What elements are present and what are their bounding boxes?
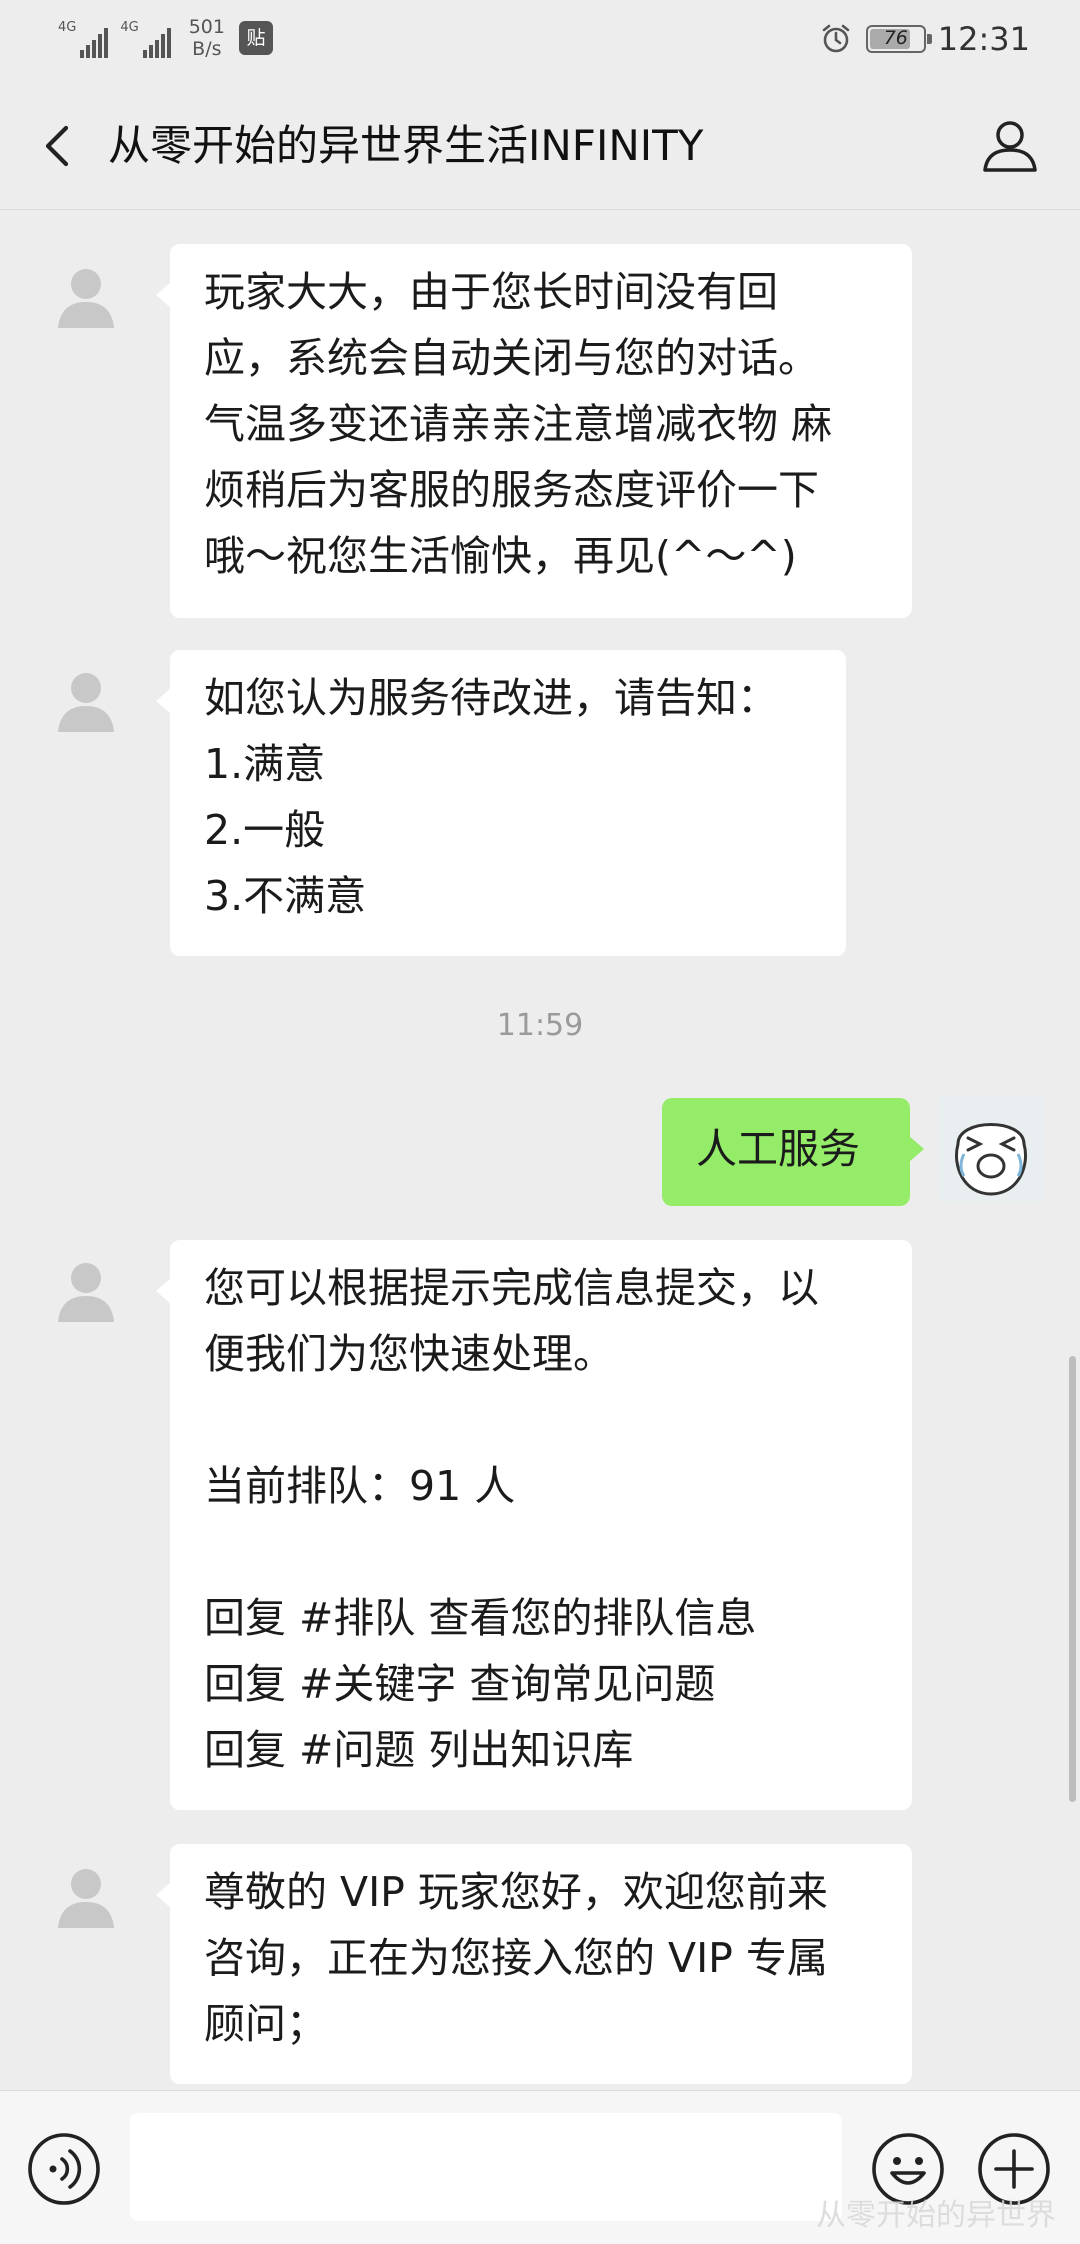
net-speed: 501 B/s	[189, 16, 225, 60]
back-button[interactable]	[30, 114, 90, 178]
profile-icon[interactable]	[978, 114, 1042, 178]
voice-input-button[interactable]	[26, 2131, 102, 2207]
avatar-default-icon	[58, 269, 114, 328]
avatar-default-icon	[58, 673, 114, 732]
signal-2-label: 4G	[120, 20, 139, 35]
alarm-icon	[822, 24, 850, 53]
signal-2-icon: 4G	[120, 18, 171, 58]
message-bubble[interactable]: 如您认为服务待改进，请告知： 1.满意 2.一般 3.不满意	[156, 650, 846, 956]
message-bubble[interactable]: 尊敬的 VIP 玩家您好，欢迎您前来 咨询，正在为您接入您的 VIP 专属 顾问…	[156, 1844, 912, 2084]
status-left: 4G 4G 501 B/s 贴	[58, 16, 273, 60]
message-timestamp: 11:59	[496, 1008, 584, 1043]
status-time: 12:31	[937, 20, 1030, 58]
battery-level: 76	[883, 27, 908, 49]
status-right: 76 12:31	[820, 20, 1030, 58]
chat-header: 从零开始的异世界生活INFINITY	[0, 82, 1080, 210]
chat-scrollbar[interactable]	[1069, 1356, 1076, 1802]
chat-title: 从零开始的异世界生活INFINITY	[108, 121, 704, 170]
avatar-default-icon	[58, 1869, 114, 1928]
message-bubble-outgoing[interactable]: 人工服务	[662, 1098, 924, 1206]
message-input[interactable]	[130, 2113, 842, 2221]
battery-icon: 76	[865, 25, 932, 53]
signal-1-icon: 4G	[58, 18, 109, 58]
tie-app-icon: 贴	[238, 21, 273, 55]
watermark-text: 从零开始的异世界	[816, 2198, 1056, 2233]
net-speed-unit: B/s	[192, 38, 222, 60]
message-bubble[interactable]: 您可以根据提示完成信息提交，以 便我们为您快速处理。 当前排队：91 人 回复 …	[156, 1240, 912, 1810]
avatar-default-icon	[58, 1263, 114, 1322]
status-bar: 4G 4G 501 B/s 贴 76 12:31	[0, 0, 1080, 82]
signal-1-label: 4G	[58, 20, 77, 35]
net-speed-value: 501	[188, 16, 225, 38]
user-avatar-crying-face-icon[interactable]	[938, 1096, 1044, 1202]
message-bubble[interactable]: 玩家大大，由于您长时间没有回 应，系统会自动关闭与您的对话。 气温多变还请亲亲注…	[156, 244, 912, 618]
